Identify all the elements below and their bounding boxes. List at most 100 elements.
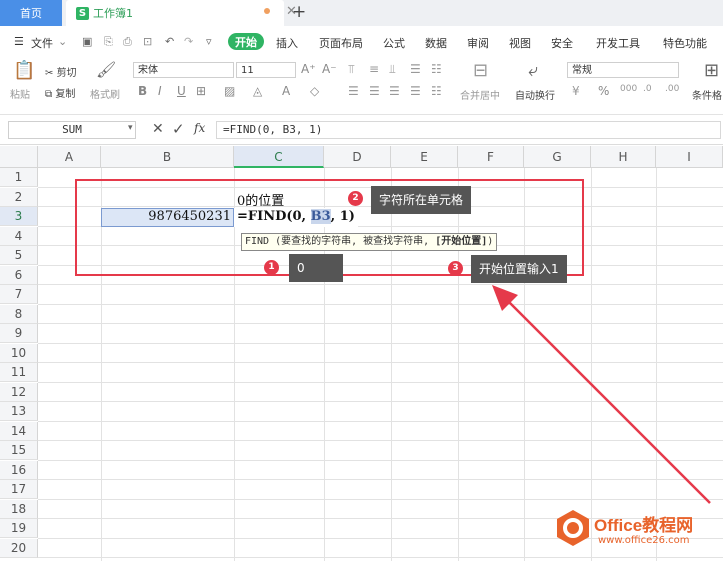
menu-insert[interactable]: 插入 (276, 35, 298, 51)
row-header[interactable]: 8 (0, 304, 38, 324)
row-header[interactable]: 13 (0, 402, 38, 421)
menu-view[interactable]: 视图 (509, 35, 531, 51)
new-tab-plus-icon[interactable]: + (292, 2, 306, 22)
font-name-select[interactable]: 宋体 (133, 62, 234, 78)
tab-start[interactable]: 开始 (228, 33, 264, 50)
tab-workbook[interactable]: S 工作簿1 ✕ (66, 0, 297, 26)
outdent-icon[interactable]: ☷ (431, 62, 442, 76)
formula-input[interactable]: =FIND(0, B3, 1) (216, 121, 721, 139)
col-header-d[interactable]: D (324, 146, 391, 168)
col-header-a[interactable]: A (38, 146, 101, 168)
row-header[interactable]: 19 (0, 519, 38, 538)
menu-data[interactable]: 数据 (425, 35, 447, 51)
menu-special[interactable]: 特色功能 (663, 35, 707, 51)
percent-icon[interactable]: % (598, 84, 609, 98)
row-header[interactable]: 3 (0, 207, 38, 226)
col-header-f[interactable]: F (458, 146, 524, 168)
row-header[interactable]: 2 (0, 187, 38, 207)
chevron-down-icon[interactable]: ⌄ (58, 35, 67, 48)
cut-button[interactable]: ✂ 剪切 (45, 64, 77, 79)
align-bottom-icon[interactable]: ⫫ (389, 62, 396, 77)
row-header[interactable]: 14 (0, 421, 38, 441)
col-header-g[interactable]: G (524, 146, 591, 168)
fill-color-icon[interactable]: ▨ (224, 84, 235, 98)
col-header-b[interactable]: B (101, 146, 234, 168)
row-header[interactable]: 7 (0, 285, 38, 304)
formula-bar: SUM ▾ ✕ ✓ fx =FIND(0, B3, 1) (0, 116, 723, 145)
preview-icon[interactable]: ⊡ (143, 35, 152, 48)
indent-icon[interactable]: ☰ (410, 62, 421, 76)
font-size-select[interactable]: 11 (236, 62, 296, 78)
align-middle-icon[interactable]: ≡ (369, 62, 379, 76)
menu-page-layout[interactable]: 页面布局 (319, 35, 363, 51)
row-header[interactable]: 11 (0, 363, 38, 382)
save-icon[interactable]: ▣ (82, 35, 92, 48)
copy-button[interactable]: ⧉ 复制 (45, 85, 75, 100)
row-header[interactable]: 20 (0, 538, 38, 558)
wrap-text-label[interactable]: 自动换行 (515, 87, 555, 102)
tab-home[interactable]: 首页 (0, 0, 62, 26)
col-header-c[interactable]: C (234, 146, 324, 168)
col-header-i[interactable]: I (656, 146, 723, 168)
clear-format-icon[interactable]: ◇ (310, 84, 319, 98)
number-format-select[interactable]: 常规 (567, 62, 679, 78)
menu-file[interactable]: 文件 (31, 35, 53, 51)
justify-icon[interactable]: ☰ (410, 84, 421, 98)
conditional-format-icon[interactable]: ⊞ (704, 60, 719, 81)
row-header[interactable]: 15 (0, 441, 38, 460)
font-color-icon[interactable]: A (282, 84, 290, 98)
name-box-dropdown-icon[interactable]: ▾ (128, 123, 133, 133)
highlight-icon[interactable]: ◬ (253, 84, 262, 98)
menu-security[interactable]: 安全 (551, 35, 573, 51)
cancel-icon[interactable]: ✕ (152, 121, 164, 137)
menu-developer[interactable]: 开发工具 (596, 35, 640, 51)
row-header[interactable]: 1 (0, 168, 38, 187)
distribute-icon[interactable]: ☷ (431, 84, 442, 98)
row-header[interactable]: 4 (0, 226, 38, 246)
border-icon[interactable]: ⊞ (196, 84, 206, 98)
format-painter-label[interactable]: 格式刷 (90, 86, 120, 101)
align-top-icon[interactable]: ⫪ (348, 62, 355, 77)
row-header[interactable]: 10 (0, 343, 38, 363)
redo-icon[interactable]: ↷ (184, 35, 193, 48)
insert-function-icon[interactable]: fx (194, 121, 205, 135)
row-header[interactable]: 6 (0, 265, 38, 285)
conditional-format-label[interactable]: 条件格 (692, 87, 722, 102)
merge-center-label[interactable]: 合并居中 (460, 87, 500, 102)
decrease-font-icon[interactable]: A⁻ (322, 62, 337, 76)
italic-icon[interactable]: I (158, 84, 162, 98)
row-header[interactable]: 16 (0, 460, 38, 480)
confirm-icon[interactable]: ✓ (172, 120, 185, 138)
bold-icon[interactable]: B (138, 84, 147, 98)
align-right-icon[interactable]: ☰ (389, 84, 400, 98)
merge-center-icon[interactable]: ⊟ (473, 60, 488, 81)
decrease-decimal-icon[interactable]: .00 (665, 84, 679, 94)
align-left-icon[interactable]: ☰ (348, 84, 359, 98)
row-header[interactable]: 18 (0, 499, 38, 519)
increase-decimal-icon[interactable]: .0 (643, 84, 652, 94)
row-header[interactable]: 17 (0, 480, 38, 499)
wrap-text-icon[interactable]: ⤶ (528, 60, 538, 81)
col-header-h[interactable]: H (591, 146, 656, 168)
quick-access-dropdown-icon[interactable]: ▿ (206, 35, 212, 48)
align-center-icon[interactable]: ☰ (369, 84, 380, 98)
undo-icon[interactable]: ↶ (165, 35, 174, 48)
export-icon[interactable]: ⎘ (104, 35, 113, 49)
row-header[interactable]: 12 (0, 382, 38, 402)
thousands-icon[interactable]: 000 (620, 84, 637, 94)
currency-icon[interactable]: ¥ (572, 84, 580, 98)
name-box[interactable]: SUM (8, 121, 136, 139)
row-header[interactable]: 5 (0, 246, 38, 265)
row-header[interactable]: 9 (0, 324, 38, 343)
col-header-e[interactable]: E (391, 146, 458, 168)
print-icon[interactable]: ⎙ (123, 35, 132, 49)
increase-font-icon[interactable]: A⁺ (301, 62, 316, 76)
select-all-corner[interactable] (0, 146, 38, 168)
hamburger-icon[interactable]: ☰ (14, 35, 24, 48)
menu-review[interactable]: 审阅 (467, 35, 489, 51)
paste-label[interactable]: 粘贴 (10, 86, 30, 101)
format-painter-icon[interactable]: 🖌 (96, 60, 116, 79)
menu-formulas[interactable]: 公式 (383, 35, 405, 51)
underline-icon[interactable]: U (177, 84, 186, 98)
paste-icon[interactable]: 📋 (13, 60, 35, 81)
